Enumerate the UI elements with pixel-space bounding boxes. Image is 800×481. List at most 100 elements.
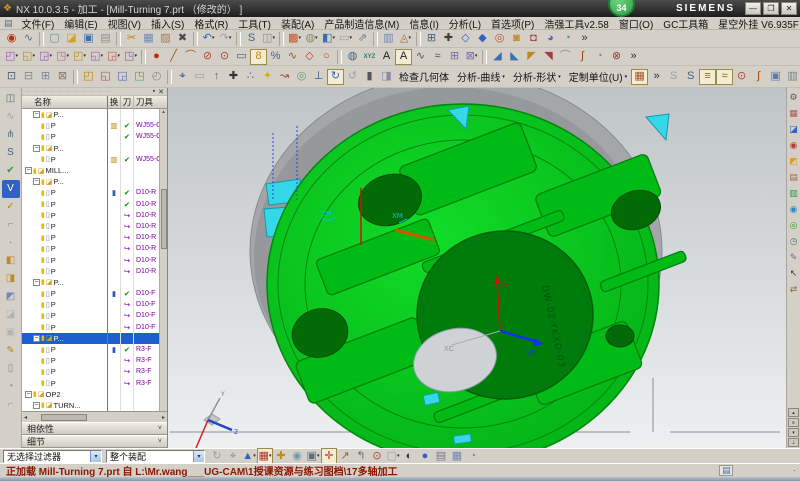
integrate-icon[interactable]: ∫ [750,69,767,85]
navigator-grip[interactable]: ⋯⋯⋯⋯⋯⋯⋯⋯⋯⋯⋯ ▪ ✕ [22,88,167,96]
palette-red-icon[interactable]: ◉ [787,137,800,153]
tree-operation-row[interactable]: ▮▯P↪D10-R [22,266,167,277]
profile-icon[interactable]: 8 [250,49,267,65]
menu-item-xingkong-addon[interactable]: 星空外挂 V6.935F [713,16,800,31]
close-navigator-icon[interactable]: ✕ [158,88,164,96]
tree-vertical-scrollbar[interactable]: ▴ [159,109,167,411]
point-constructor-icon[interactable]: ⌖ [174,69,191,85]
details-chevron-icon[interactable]: ˅ [158,438,162,445]
line-icon[interactable]: ╱ [165,49,182,65]
status-panel-icon[interactable]: ▤ [719,465,733,476]
dependencies-panel[interactable]: 相依性 ˅ [22,422,167,435]
drag-handle-icon[interactable]: ⋯⋯⋯⋯⋯⋯⋯⋯⋯⋯⋯ [25,88,153,95]
tree-operation-row[interactable]: ▮▯P↪R3-F [22,355,167,366]
tree-scroll-thumb[interactable] [161,189,167,249]
scope-dropdown-icon[interactable]: ▾ [193,451,204,462]
ellipse-icon[interactable]: ○ [318,49,335,65]
edge-blend-icon[interactable]: ◕ [542,31,559,47]
shell-icon[interactable]: ◔ [591,49,608,65]
task-icon[interactable]: ▤ [4,18,13,29]
undo-icon[interactable]: ↶▾ [200,31,217,47]
bridge-curve-icon[interactable]: ⌒ [557,49,574,65]
revolve-icon[interactable]: ◎ [491,31,508,47]
tree-operation-row[interactable]: ▮▯P↪D10-F [22,299,167,310]
lasso-icon[interactable]: ▢▾ [385,448,401,464]
type-filter-icon[interactable]: ⊡ [3,69,20,85]
sketch-tools-icon[interactable]: ◩ [787,153,800,169]
corner-arrow-icon[interactable]: ↰ [353,448,369,464]
render-style-icon[interactable]: ◍▾ [303,31,320,47]
constraint-navigator-icon[interactable]: ∿ [2,108,20,126]
menu-item-format[interactable]: 格式(R) [189,16,233,31]
tree-operation-row[interactable]: ▮▯P▥✔WJ55-OF1 [22,120,167,131]
graphics-viewport[interactable]: DW-02-YKXD-03 ZM XM [168,88,786,448]
hscroll-thumb[interactable] [41,414,87,421]
tree-group-row[interactable]: −▮◪P... [22,109,167,120]
navigator-header[interactable]: 名称 换 刀 刀具 [22,96,167,109]
clock2-icon[interactable]: ◷ [787,233,800,249]
menu-item-window[interactable]: 窗口(O) [614,16,658,31]
scroll-down-icon[interactable]: ▾ [788,428,799,437]
template-view-icon[interactable]: ◩ [2,288,20,306]
palette-blue-icon[interactable]: ◪ [787,121,800,137]
xyz-point-icon[interactable]: XYZ [361,49,378,65]
gray-part-icon[interactable]: ◪ [2,306,20,324]
col-path[interactable]: 刀 [121,96,134,108]
overflow2-icon[interactable]: » [625,49,642,65]
vector-icon[interactable]: ↑ [208,69,225,85]
machining-feature-icon[interactable]: ◨ [2,270,20,288]
history-pie-icon[interactable]: ◔ [2,378,20,396]
tree-group-row[interactable]: −▮◪P... [22,143,167,154]
color-pencil-icon[interactable]: ✎ [787,249,800,265]
scroll-right-icon[interactable]: ▸ [162,414,165,421]
tree-group-row[interactable]: −▮◪OP2 [22,389,167,400]
menu-item-edit[interactable]: 编辑(E) [59,16,102,31]
hook-icon[interactable]: ⌐ [2,396,20,414]
studio-spline-icon[interactable]: ∿ [284,49,301,65]
minimize-button[interactable]: — [745,2,761,15]
thread-icon[interactable]: ⊗ [608,49,625,65]
create-method-icon[interactable]: ◳▾ [54,49,71,65]
scroll-end-icon[interactable]: ⊥ [788,438,799,447]
snap-endpoint-icon[interactable]: ◱ [97,69,114,85]
customize-units-button[interactable]: 定制单位(U)▾ [565,68,631,86]
restore-button[interactable]: ❐ [763,2,779,15]
vericut-icon[interactable]: V [2,180,20,198]
cut-icon[interactable]: ✂ [123,31,140,47]
point-tool-icon[interactable]: ✚ [440,31,457,47]
tree-operation-row[interactable]: ▮▯P↪R3-F [22,378,167,389]
tree-operation-row[interactable]: ▮▯P↪D10-F [22,322,167,333]
globe-icon[interactable]: ◉ [289,448,305,464]
create-geometry-icon[interactable]: ◲▾ [37,49,54,65]
mcs-icon[interactable]: ◱▾ [88,49,105,65]
pie-icon[interactable]: ◔ [465,448,481,464]
verify-toolpath-icon[interactable]: ≡ [699,69,716,85]
point-icon[interactable]: ● [148,49,165,65]
datum-plane-icon[interactable]: ◇ [457,31,474,47]
select-general-icon[interactable]: ⊟ [20,69,37,85]
no-entry-icon[interactable]: ▯ [2,360,20,378]
orient-wcs-icon[interactable]: ⊥ [310,69,327,85]
tree-group-row[interactable]: −▮◪P... [22,277,167,288]
offset-face-icon[interactable]: ◤ [523,49,540,65]
menu-item-information[interactable]: 信息(I) [404,16,443,31]
annotation-icon[interactable]: ▤ [787,169,800,185]
menu-item-preferences[interactable]: 首选项(P) [486,16,539,31]
mill-area-icon[interactable]: ◳▾ [122,49,139,65]
overflow1-icon[interactable]: » [576,31,593,47]
chamfer-icon[interactable]: ◔ [559,31,576,47]
pocket-icon[interactable]: ▣ [767,69,784,85]
fit-view-icon[interactable]: ▮ [361,69,378,85]
expand-icon[interactable]: − [33,279,40,286]
menu-item-tools[interactable]: 工具(T) [233,16,276,31]
wcs-dynamics-icon[interactable]: ↻ [327,69,344,85]
angle-icon[interactable]: ◎ [293,69,310,85]
fit-curve-icon[interactable]: ≈ [429,49,446,65]
text-box-icon[interactable]: A [395,49,412,65]
window-layout-icon[interactable]: ▩▾ [286,31,303,47]
menu-item-insert[interactable]: 插入(S) [146,16,189,31]
visual-effects-icon[interactable]: ◬▾ [397,31,414,47]
create-program-icon[interactable]: ◰▾ [3,49,20,65]
pan-rotate-icon[interactable]: ⇗ [354,31,371,47]
split-body-icon[interactable]: ◣ [506,49,523,65]
